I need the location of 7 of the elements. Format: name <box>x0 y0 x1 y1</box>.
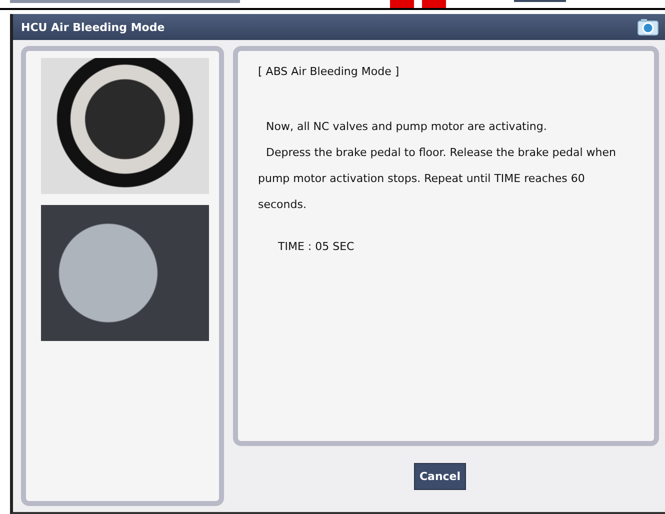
camera-icon[interactable] <box>637 18 659 36</box>
window-title: HCU Air Bleeding Mode <box>21 20 165 34</box>
instruction-text: Now, all NC valves and pump motor are activating. <box>265 119 548 135</box>
message-heading: [ ABS Air Bleeding Mode ] <box>258 65 400 78</box>
cancel-button[interactable]: Cancel <box>414 462 466 490</box>
instruction-text: Depress the brake pedal to floor. Release the brake pedal when pump motor activation stops. Repeat until TIME reaches 60 seconds. <box>258 145 617 213</box>
time-readout: TIME : 05 SEC <box>278 240 356 253</box>
